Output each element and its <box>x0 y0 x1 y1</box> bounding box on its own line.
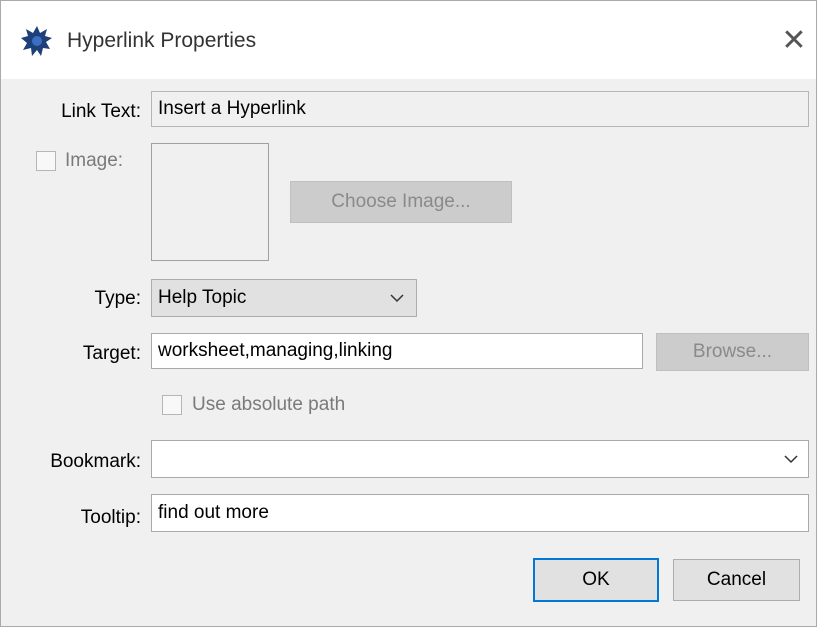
title-bar[interactable]: Hyperlink Properties ✕ <box>1 1 816 79</box>
window-title: Hyperlink Properties <box>67 29 257 52</box>
type-select-value: Help Topic <box>158 287 247 308</box>
close-button[interactable]: ✕ <box>773 17 815 63</box>
absolute-path-checkbox[interactable] <box>162 395 182 415</box>
browse-button-label: Browse... <box>692 341 773 362</box>
image-checkbox[interactable] <box>36 151 56 171</box>
cancel-button[interactable]: Cancel <box>673 559 800 601</box>
bookmark-label: Bookmark: <box>50 451 141 472</box>
app-splash-icon <box>21 26 52 56</box>
chevron-down-icon <box>390 280 404 316</box>
bookmark-combobox[interactable] <box>151 440 809 478</box>
image-preview-box <box>151 143 269 261</box>
choose-image-button-label: Choose Image... <box>331 191 471 212</box>
tooltip-input[interactable]: find out more <box>151 494 809 532</box>
choose-image-button[interactable]: Choose Image... <box>290 181 512 223</box>
target-label: Target: <box>82 343 141 364</box>
type-select[interactable]: Help Topic <box>151 279 417 317</box>
hyperlink-properties-dialog: Hyperlink Properties ✕ Link Text: Insert… <box>0 0 817 627</box>
link-text-label: Link Text: <box>61 101 141 122</box>
type-label: Type: <box>94 288 141 309</box>
image-checkbox-label: Image: <box>65 150 124 171</box>
tooltip-label: Tooltip: <box>80 507 141 528</box>
ok-button[interactable]: OK <box>533 558 659 602</box>
browse-button[interactable]: Browse... <box>656 333 809 371</box>
target-input[interactable]: worksheet,managing,linking <box>151 333 643 369</box>
chevron-down-icon[interactable] <box>784 441 798 477</box>
ok-button-label: OK <box>582 569 610 590</box>
cancel-button-label: Cancel <box>706 569 767 590</box>
absolute-path-label: Use absolute path <box>192 394 346 415</box>
close-icon: ✕ <box>781 23 807 57</box>
link-text-field[interactable]: Insert a Hyperlink <box>151 91 809 127</box>
